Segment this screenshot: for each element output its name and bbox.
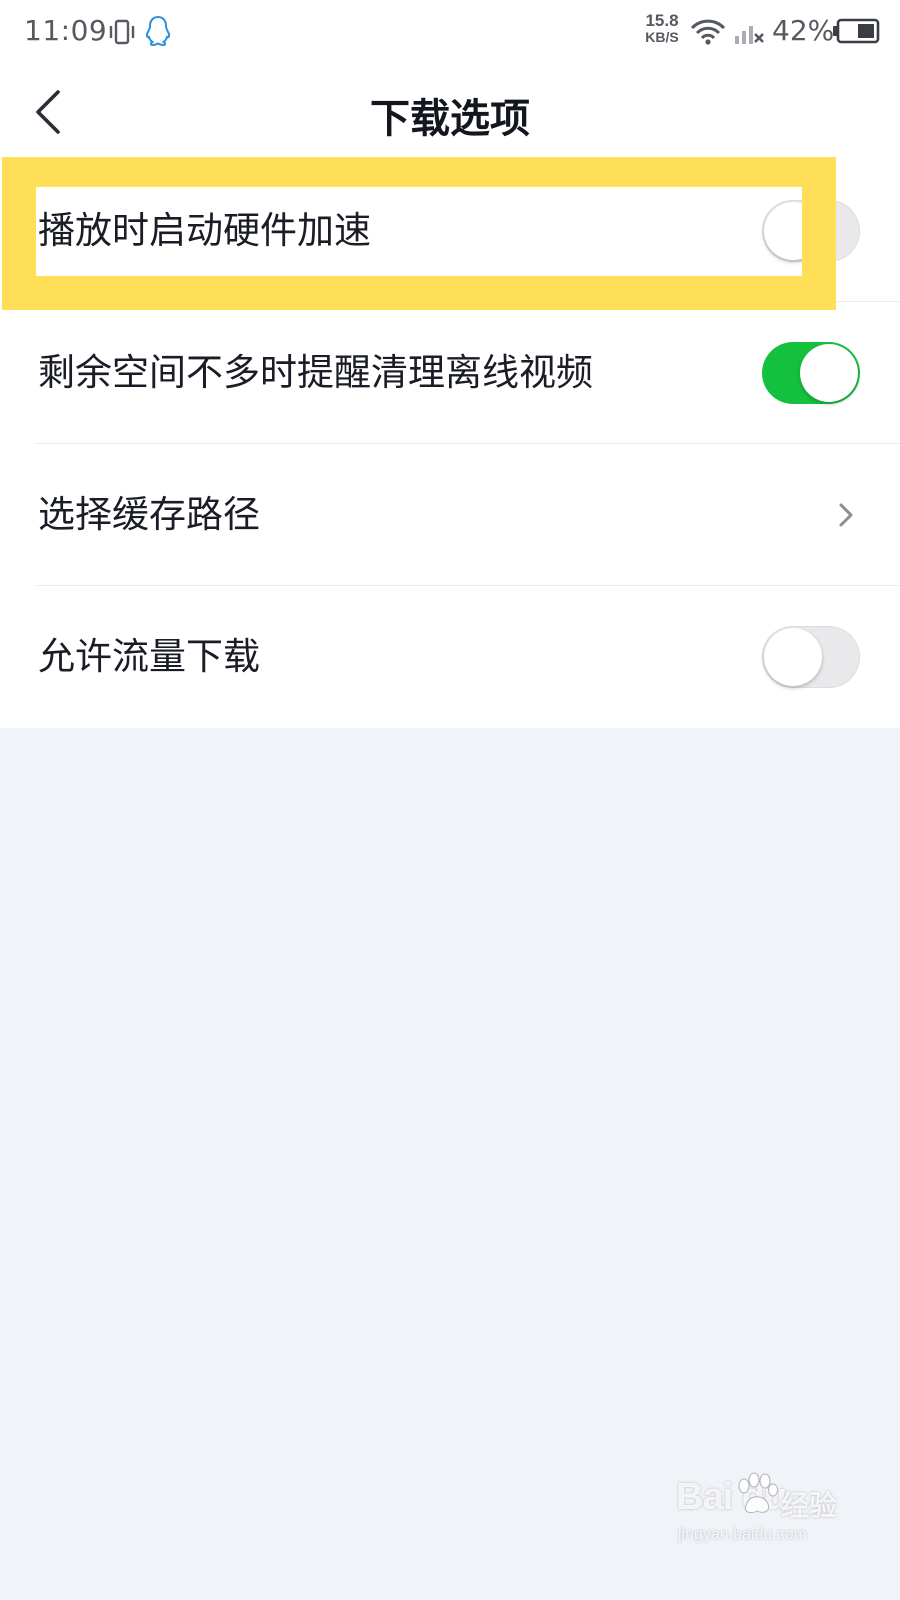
setting-cache-path[interactable]: 选择缓存路径: [0, 444, 900, 586]
watermark-url: jingyan.baidu.com: [678, 1526, 807, 1543]
setting-low-space-reminder[interactable]: 剩余空间不多时提醒清理离线视频: [0, 302, 900, 444]
toggle-knob: [800, 344, 858, 402]
settings-list: 播放时启动硬件加速 剩余空间不多时提醒清理离线视频 选择缓存路径 允许流量下载: [0, 160, 900, 728]
baidu-jingyan-watermark: Bai du 经验 jingyan.baidu.com: [676, 1472, 856, 1566]
setting-label: 选择缓存路径: [38, 493, 260, 536]
cellular-download-toggle[interactable]: [762, 626, 860, 688]
setting-label: 播放时启动硬件加速: [38, 209, 371, 252]
paw-icon: [738, 1472, 778, 1514]
page-title: 下载选项: [370, 96, 530, 142]
toggle-knob: [764, 202, 822, 260]
status-time: 11:09: [24, 14, 108, 47]
watermark-cn: 经验: [781, 1489, 838, 1522]
network-speed-unit: KB/S: [645, 29, 679, 45]
low-space-reminder-toggle[interactable]: [762, 342, 860, 404]
app-screen: 11:09 15.8 KB/S 42% 下载选项 播放时启动硬件加速 剩余空间不…: [0, 0, 900, 1600]
hardware-acceleration-toggle[interactable]: [762, 200, 860, 262]
status-bar: 11:09 15.8 KB/S 42%: [0, 0, 900, 64]
setting-label: 允许流量下载: [38, 635, 260, 678]
network-speed: 15.8 KB/S: [638, 12, 686, 46]
setting-hardware-acceleration[interactable]: 播放时启动硬件加速: [0, 160, 900, 302]
signal-icon: [735, 26, 764, 44]
wifi-icon: [690, 19, 726, 45]
setting-label: 剩余空间不多时提醒清理离线视频: [38, 351, 593, 394]
setting-allow-cellular-download[interactable]: 允许流量下载: [0, 586, 900, 728]
network-speed-value: 15.8: [645, 11, 679, 30]
header-bar: 下载选项: [0, 64, 900, 160]
battery-percentage: 42%: [772, 14, 835, 47]
vibrate-icon: [109, 19, 135, 45]
qq-icon: [145, 15, 171, 47]
battery-icon: [833, 18, 880, 44]
toggle-knob: [764, 628, 822, 686]
chevron-right-icon: [839, 503, 853, 527]
